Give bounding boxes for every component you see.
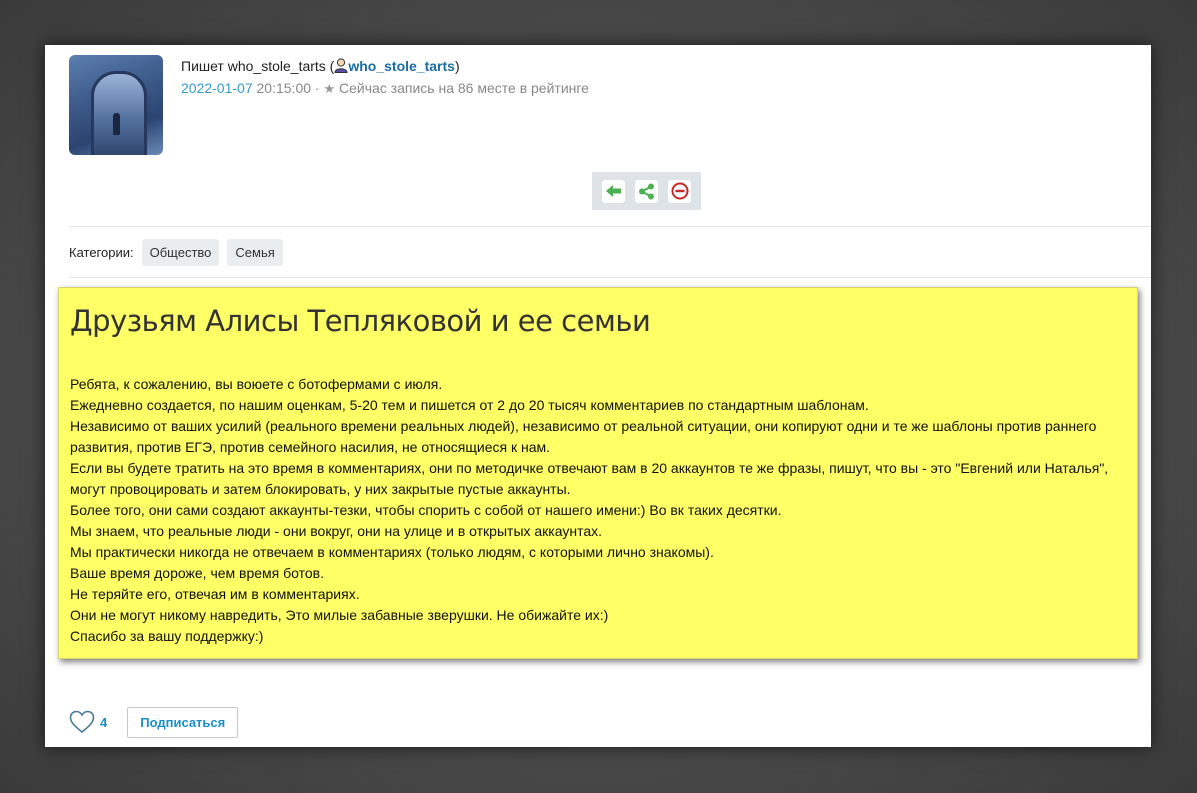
action-bar [592,172,701,210]
post-paragraph: Ежедневно создается, по нашим оценкам, 5… [70,397,869,413]
category-tag[interactable]: Общество [141,238,220,266]
avatar-figure-shape [113,113,120,135]
post-title: Друзьям Алисы Тепляковой и ее семьи [70,304,651,338]
star-icon: ★ [323,81,336,96]
share-button[interactable] [635,179,658,203]
author-prefix: Пишет who_stole_tarts ( [181,58,335,74]
post-paragraph: Более того, они сами создают аккаунты-те… [70,502,782,518]
post-paragraph: Ребята, к сожалению, вы воюете с ботофер… [70,376,443,392]
back-button[interactable] [602,179,625,203]
author-link[interactable]: who_stole_tarts [348,58,455,74]
divider [69,277,1151,278]
author-suffix: ) [454,58,460,74]
post-paragraph: Независимо от ваших усилий (реального вр… [70,418,1097,455]
author-line: Пишет who_stole_tarts ( who_stole_tarts) [181,58,460,74]
post-paragraph: Спасибо за вашу поддержку:) [70,628,264,644]
category-tag[interactable]: Семья [227,238,283,266]
categories-row: Категории: Общество Семья [69,238,283,266]
post-paragraph: Если вы будете тратить на это время в ко… [70,460,1109,497]
post-footer: 4 Подписаться [69,706,239,738]
post-paragraph: Мы знаем, что реальные люди - они вокруг… [70,523,603,539]
block-icon [671,182,688,200]
post-paragraph: Не теряйте его, отвечая им в комментария… [70,586,360,602]
post-paragraph: Ваше время дороже, чем время ботов. [70,565,325,581]
post-body: Ребята, к сожалению, вы воюете с ботофер… [70,374,1130,647]
user-icon[interactable] [334,58,348,73]
post-paragraph: Мы практически никогда не отвечаем в ком… [70,544,714,560]
share-icon [639,183,654,199]
meta-line: 2022-01-07 20:15:00 · ★ Сейчас запись на… [181,80,589,97]
post-card: Пишет who_stole_tarts (who_stole_tarts) … [45,45,1151,747]
arrow-left-icon [606,185,621,197]
categories-label: Категории: [69,244,134,260]
post-date[interactable]: 2022-01-07 [181,80,253,96]
avatar[interactable] [69,55,163,155]
block-button[interactable] [668,179,691,203]
divider [69,226,1151,227]
post-paragraph: Они не могут никому навредить, Это милые… [70,607,609,623]
subscribe-button[interactable]: Подписаться [127,706,239,738]
rating-text: Сейчас запись на 86 месте в рейтинге [339,80,589,96]
post-time: 20:15:00 · [252,80,320,96]
heart-icon[interactable] [69,710,95,734]
post-content: Друзьям Алисы Тепляковой и ее семьи Ребя… [58,287,1138,659]
like-count[interactable]: 4 [100,715,107,730]
